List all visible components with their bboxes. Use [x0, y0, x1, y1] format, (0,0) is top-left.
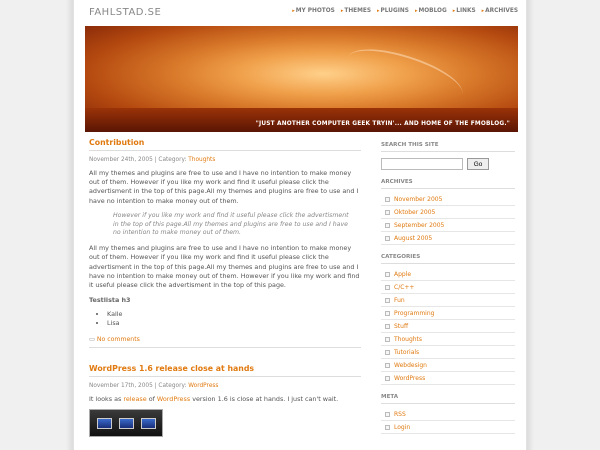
list-item: Kalle: [107, 310, 361, 319]
bullet-box-icon: [385, 336, 390, 342]
site-logo[interactable]: FAHLSTAD.SE: [89, 7, 161, 18]
search-form: Go: [381, 158, 515, 170]
bullet-box-icon: [385, 375, 390, 381]
category-item[interactable]: Fun: [381, 294, 515, 307]
category-item[interactable]: Stuff: [381, 320, 515, 333]
meta-list: RSS Login: [381, 408, 515, 434]
page-shadow-left: [66, 0, 73, 450]
category-item[interactable]: Webdesign: [381, 359, 515, 372]
arrow-icon: ▸: [292, 8, 295, 14]
meta-item-rss[interactable]: RSS: [381, 408, 515, 421]
post-subheading: Testlista h3: [89, 296, 131, 305]
sidebar-heading-search: SEARCH THIS SITE: [381, 142, 515, 152]
nav-moblog[interactable]: ▸ MOBLOG: [415, 8, 447, 14]
nav-plugins[interactable]: ▸ PLUGINS: [377, 8, 409, 14]
arrow-icon: ▸: [340, 8, 344, 14]
post-paragraph: It looks as release of WordPress version…: [89, 395, 339, 404]
search-input[interactable]: [381, 158, 463, 170]
arrow-icon: ▸: [452, 8, 456, 14]
comment-bubble-icon: ▭: [89, 336, 95, 344]
category-item[interactable]: Apple: [381, 268, 515, 281]
archive-item[interactable]: August 2005: [381, 232, 515, 245]
post-meta: November 17th, 2005 | Category: WordPres…: [89, 383, 219, 390]
banner-bottom-bar: [85, 108, 518, 132]
categories-list: Apple C/C++ Fun Programming Stuff Though…: [381, 268, 515, 385]
bullet-box-icon: [385, 411, 390, 417]
header-banner: "JUST ANOTHER COMPUTER GEEK TRYIN'... AN…: [85, 26, 518, 132]
arrow-icon: ▸: [377, 8, 380, 14]
wordpress-link[interactable]: WordPress: [157, 395, 190, 403]
search-button[interactable]: Go: [467, 158, 489, 170]
category-item[interactable]: Thoughts: [381, 333, 515, 346]
post-category-link[interactable]: Thoughts: [188, 157, 215, 163]
bullet-box-icon: [385, 362, 390, 368]
sidebar-heading-meta: META: [381, 394, 515, 404]
post-title[interactable]: WordPress 1.6 release close at hands: [89, 364, 361, 378]
nav-links[interactable]: ▸ LINKS: [453, 8, 476, 14]
bullet-box-icon: [385, 284, 390, 290]
post-category-link[interactable]: WordPress: [188, 383, 218, 389]
bullet-box-icon: [385, 235, 390, 241]
category-item[interactable]: WordPress: [381, 372, 515, 385]
arrow-icon: ▸: [481, 8, 485, 14]
banner-tagline: "JUST ANOTHER COMPUTER GEEK TRYIN'... AN…: [255, 121, 510, 127]
category-item[interactable]: Tutorials: [381, 346, 515, 359]
category-item[interactable]: C/C++: [381, 281, 515, 294]
monitor-icon: [140, 417, 156, 429]
bullet-box-icon: [385, 222, 390, 228]
page-shadow-right: [527, 0, 534, 450]
sidebar-heading-categories: CATEGORIES: [381, 254, 515, 264]
nav-my-photos[interactable]: ▸ MY PHOTOS: [292, 8, 335, 14]
bullet-box-icon: [385, 349, 390, 355]
top-navigation: ▸ MY PHOTOS ▸ THEMES ▸ PLUGINS ▸ MOBLOG ▸ LIN…: [292, 8, 518, 14]
post-meta: November 24th, 2005 | Category: Thoughts: [89, 157, 216, 163]
sidebar-heading-archives: ARCHIVES: [381, 179, 515, 189]
release-link[interactable]: release: [123, 395, 146, 403]
site-header: FAHLSTAD.SE ▸ MY PHOTOS ▸ THEMES ▸ PLUGINS …: [85, 0, 518, 26]
archives-list: November 2005 Oktober 2005 September 200…: [381, 193, 515, 245]
post-paragraph: All my themes and plugins are free to us…: [89, 244, 360, 290]
meta-item-login[interactable]: Login: [381, 421, 515, 434]
archive-item[interactable]: Oktober 2005: [381, 206, 515, 219]
bullet-box-icon: [385, 196, 390, 202]
bullet-box-icon: [385, 323, 390, 329]
post-paragraph: All my themes and plugins are free to us…: [89, 169, 359, 205]
post-blockquote: However if you like my work and find it …: [113, 211, 349, 237]
main-content: Contribution November 24th, 2005 | Categ…: [89, 138, 361, 438]
post-list: Kalle Lisa: [107, 310, 361, 328]
monitor-icon: [118, 417, 134, 429]
banner-swoosh: [341, 38, 469, 114]
nav-themes[interactable]: ▸ THEMES: [341, 8, 371, 14]
bullet-box-icon: [385, 209, 390, 215]
category-item[interactable]: Programming: [381, 307, 515, 320]
monitor-icon: [96, 417, 112, 429]
list-item: Lisa: [107, 319, 361, 328]
post-title[interactable]: Contribution: [89, 138, 361, 151]
archive-item[interactable]: September 2005: [381, 219, 515, 232]
bullet-box-icon: [385, 297, 390, 303]
nav-archives[interactable]: ▸ ARCHIVES: [482, 8, 518, 14]
sidebar: SEARCH THIS SITE Go ARCHIVES November 20…: [381, 142, 515, 434]
bullet-box-icon: [385, 424, 390, 430]
comments-link[interactable]: ▭ No comments: [89, 336, 361, 343]
post-image-monitors[interactable]: [89, 409, 163, 438]
post-separator: [89, 347, 361, 349]
bullet-box-icon: [385, 271, 390, 277]
archive-item[interactable]: November 2005: [381, 193, 515, 206]
arrow-icon: ▸: [414, 8, 418, 14]
bullet-box-icon: [385, 310, 390, 316]
